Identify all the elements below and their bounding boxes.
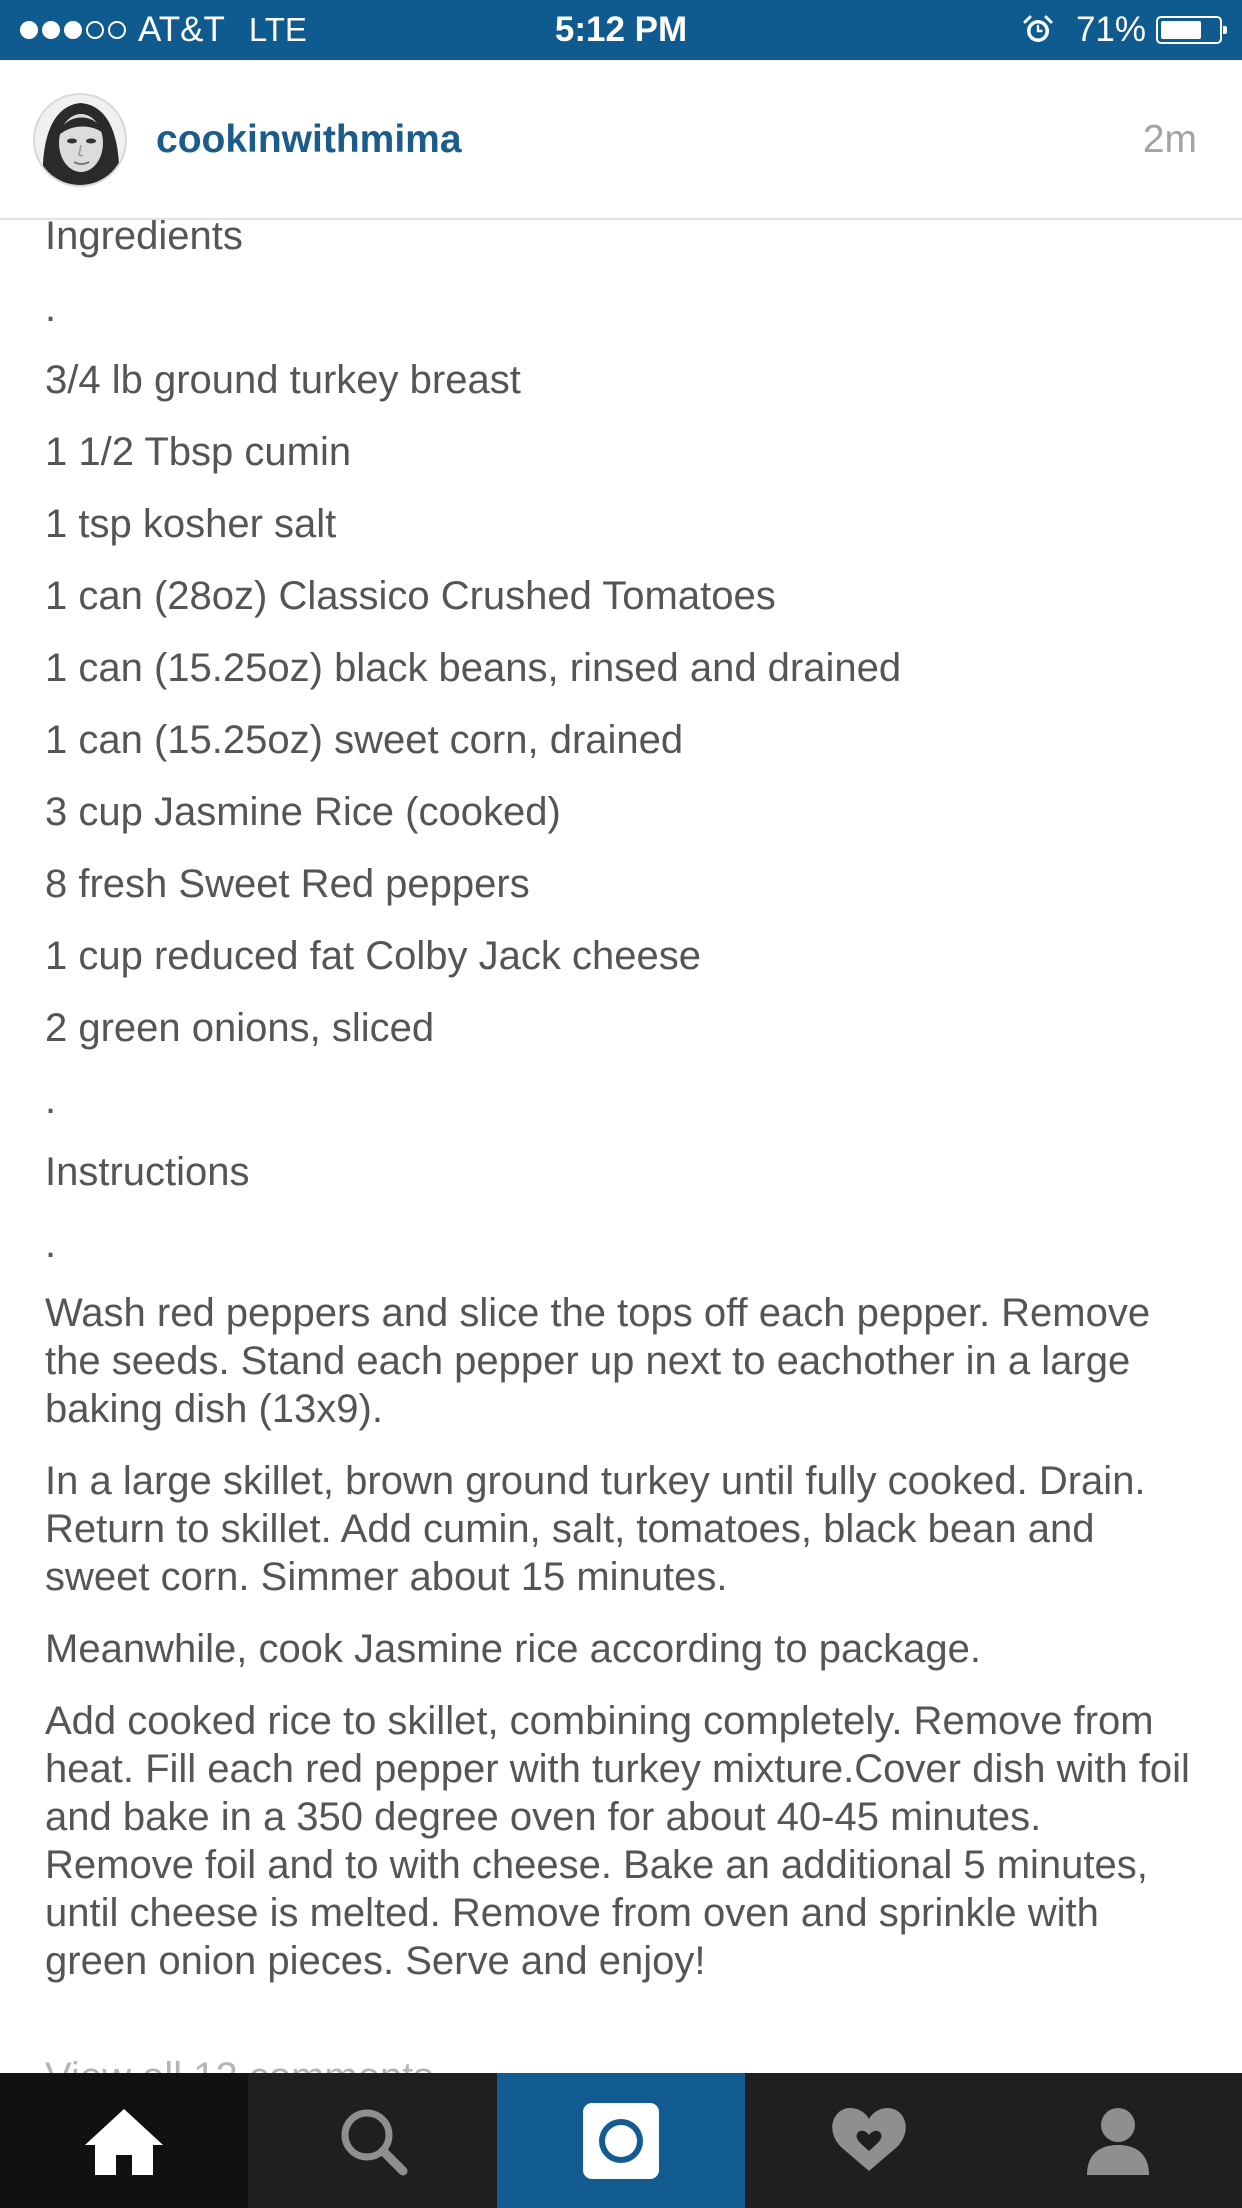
caption-line: Instructions	[45, 1150, 250, 1194]
instruction-paragraph: Wash red peppers and slice the tops off …	[45, 1291, 1151, 1431]
ingredient-item: 1 1/2 Tbsp cumin	[45, 430, 352, 474]
ingredient-item: 1 can (15.25oz) sweet corn, drained	[45, 718, 684, 762]
username-link[interactable]: cookinwithmima	[156, 60, 462, 220]
battery-percentage: 71%	[1075, 10, 1146, 49]
ingredient-item: 1 can (28oz) Classico Crushed Tomatoes	[45, 574, 776, 618]
tab-profile[interactable]	[994, 2073, 1242, 2208]
status-bar: AT&T LTE 5:12 PM 71%	[0, 0, 1242, 60]
battery-fill	[1161, 21, 1201, 39]
profile-icon	[1086, 2107, 1149, 2175]
caption-line: .	[45, 286, 57, 330]
avatar[interactable]	[33, 93, 127, 187]
home-icon	[85, 2108, 164, 2175]
tab-home[interactable]	[0, 2073, 249, 2208]
ingredient-item: 1 cup reduced fat Colby Jack cheese	[45, 934, 701, 978]
instruction-paragraph: Add cooked rice to skillet, combining co…	[45, 1699, 1190, 1983]
avatar-image	[35, 95, 125, 185]
instruction-paragraph: Meanwhile, cook Jasmine rice according t…	[45, 1627, 982, 1671]
tab-bar	[0, 2073, 1242, 2208]
tab-camera[interactable]	[496, 2073, 746, 2208]
battery-icon	[1156, 16, 1227, 44]
caption-line: .	[45, 1222, 57, 1266]
ingredient-item: 2 green onions, sliced	[45, 1006, 435, 1050]
heart-icon	[832, 2107, 907, 2171]
ingredient-item: 8 fresh Sweet Red peppers	[45, 862, 530, 906]
post-header: cookinwithmima 2m	[0, 60, 1242, 220]
ingredient-item: 3/4 lb ground turkey breast	[45, 358, 521, 402]
camera-icon	[582, 2102, 659, 2179]
ingredient-item: 3 cup Jasmine Rice (cooked)	[45, 790, 561, 834]
ingredient-item: 1 tsp kosher salt	[45, 502, 337, 546]
tab-activity[interactable]	[745, 2073, 993, 2208]
instruction-paragraph: In a large skillet, brown ground turkey …	[45, 1459, 1146, 1599]
search-icon	[341, 2109, 408, 2175]
tab-search[interactable]	[248, 2073, 496, 2208]
status-right: 71%	[1022, 0, 1227, 60]
alarm-clock-icon	[1023, 15, 1053, 42]
caption-line: .	[45, 1078, 57, 1122]
post-timestamp: 2m	[1142, 118, 1197, 161]
post-caption: Ingredients . 3/4 lb ground turkey breas…	[45, 209, 1195, 2009]
ingredient-item: 1 can (15.25oz) black beans, rinsed and …	[45, 646, 902, 690]
